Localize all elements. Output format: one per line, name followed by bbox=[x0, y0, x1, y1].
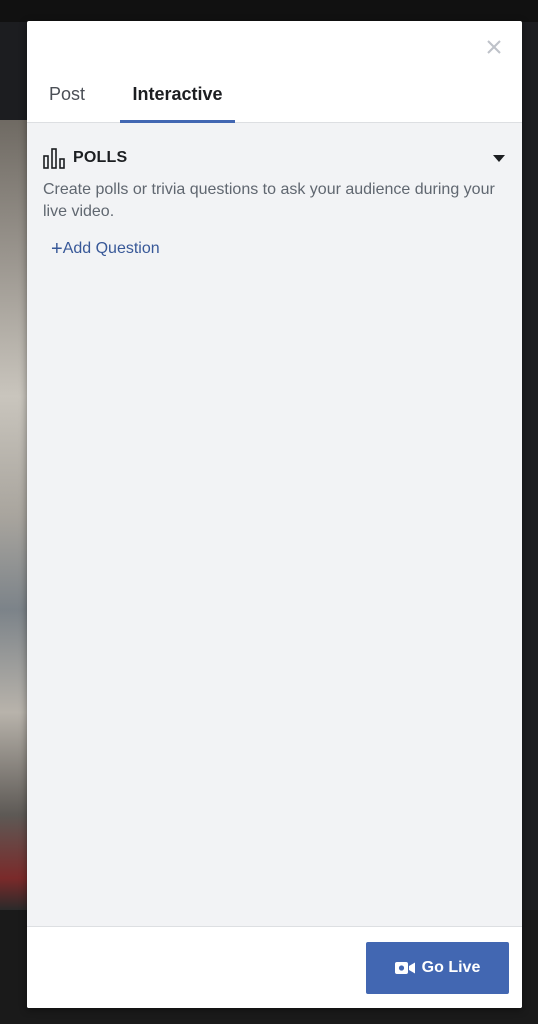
go-live-label: Go Live bbox=[421, 959, 481, 976]
close-icon[interactable] bbox=[484, 37, 504, 57]
video-camera-icon bbox=[394, 961, 415, 975]
polls-title: POLLS bbox=[73, 149, 128, 166]
polls-section-header: POLLS bbox=[43, 147, 506, 169]
polls-description: Create polls or trivia questions to ask … bbox=[43, 181, 495, 220]
tab-bar: Post Interactive bbox=[27, 76, 522, 123]
live-setup-dialog: Post Interactive POLLS Create polls or t… bbox=[27, 21, 522, 1008]
background-video-frame bbox=[0, 120, 30, 910]
caret-down-icon[interactable] bbox=[492, 151, 506, 162]
add-question-label: Add Question bbox=[62, 240, 160, 257]
plus-icon: + bbox=[51, 238, 63, 260]
tab-post[interactable]: Post bbox=[49, 76, 85, 122]
background-top bbox=[0, 0, 538, 22]
tab-interactive-label: Interactive bbox=[132, 84, 223, 104]
tab-interactive[interactable]: Interactive bbox=[120, 76, 235, 123]
add-question-link[interactable]: +Add Question bbox=[51, 238, 160, 260]
bar-chart-icon bbox=[43, 147, 67, 169]
dialog-footer: Go Live bbox=[27, 926, 522, 1008]
go-live-button[interactable]: Go Live bbox=[366, 942, 509, 994]
interactive-panel: POLLS Create polls or trivia questions t… bbox=[27, 123, 522, 926]
